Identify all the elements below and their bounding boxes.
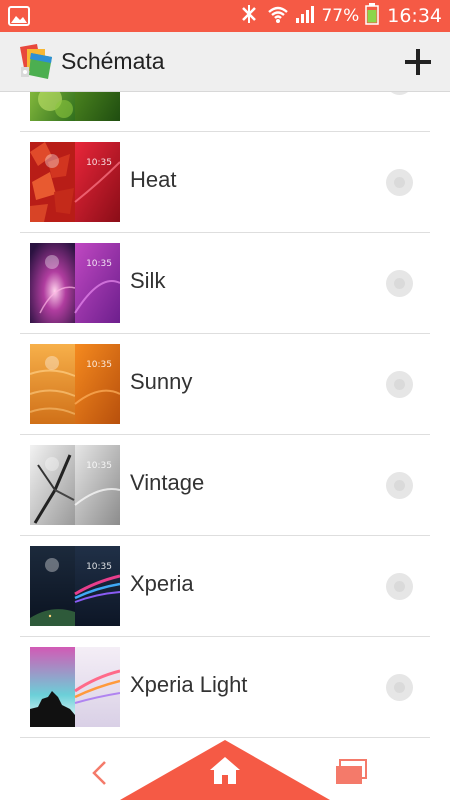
theme-name: Heat [130,167,177,192]
thumbnail-time: 10:35 [86,259,112,269]
list-item-theme[interactable] [20,92,430,132]
theme-radio-button[interactable] [386,169,413,196]
page-title: Schémata [61,48,165,74]
thumbnail-time: 10:35 [86,562,112,572]
home-button[interactable] [120,740,330,800]
lock-icon [45,154,59,168]
signal-icon [295,4,315,28]
list-item-sunny[interactable]: 10:35 Sunny [20,334,430,435]
recent-apps-icon [336,759,367,784]
theme-name: Vintage [130,470,205,495]
theme-name: Xperia [130,571,194,596]
back-icon [92,761,106,785]
theme-thumbnail: 10:35 [30,243,120,323]
list-item-heat[interactable]: 10:35 Heat [20,132,430,233]
theme-name: Xperia Light [130,672,248,697]
thumbnail-time: 10:35 [86,461,112,471]
theme-list[interactable]: 10:35 Heat 10:35 Silk 10:35 Sunny 10:35 … [0,92,450,740]
wifi-icon [267,4,289,28]
battery-icon [365,3,379,29]
theme-radio-button[interactable] [386,472,413,499]
theme-name: Sunny [130,369,193,394]
theme-thumbnail: 10:35 [30,142,120,222]
theme-thumbnail [30,647,120,727]
thumbnail-time: 10:35 [86,360,112,370]
recent-apps-button[interactable] [334,758,368,786]
action-bar: Schémata [0,32,450,92]
back-button[interactable] [85,758,115,788]
lock-icon [45,255,59,269]
lock-icon [45,356,59,370]
theme-name: Silk [130,268,166,293]
thumbnail-time: 10:35 [86,158,112,168]
theme-thumbnail: 10:35 [30,546,120,626]
navigation-bar [0,740,450,800]
theme-radio-button[interactable] [386,573,413,600]
theme-radio-button[interactable] [386,92,413,95]
themes-app-icon [17,43,55,81]
add-theme-button[interactable] [400,44,436,80]
clock: 16:34 [387,5,442,27]
bluetooth-nfc-icon [237,2,261,30]
list-item-vintage[interactable]: 10:35 Vintage [20,435,430,536]
theme-thumbnail: 10:35 [30,344,120,424]
screen: 77% 16:34 Schémata 10:35 Heat 10:35 Silk… [0,0,450,800]
theme-thumbnail [30,92,120,121]
gallery-notification-icon [8,6,30,26]
plus-icon [405,49,431,75]
theme-radio-button[interactable] [386,371,413,398]
list-item-xperia-light[interactable]: Xperia Light [20,637,430,738]
theme-radio-button[interactable] [386,270,413,297]
lock-icon [45,558,59,572]
theme-thumbnail: 10:35 [30,445,120,525]
list-item-silk[interactable]: 10:35 Silk [20,233,430,334]
lock-icon [45,457,59,471]
theme-radio-button[interactable] [386,674,413,701]
list-item-xperia[interactable]: 10:35 Xperia [20,536,430,637]
status-bar: 77% 16:34 [0,0,450,32]
battery-percent: 77% [321,6,360,26]
